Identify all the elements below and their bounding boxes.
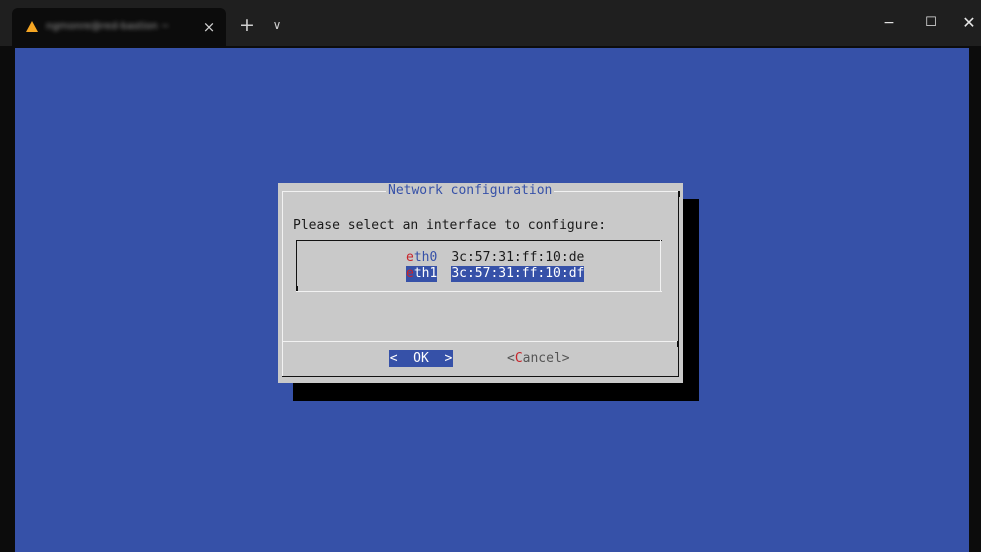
chevron-down-icon[interactable]: ∨	[266, 14, 288, 36]
interface-mac-address: 3c:57:31:ff:10:df	[451, 266, 585, 282]
tab-close-icon[interactable]: ×	[198, 16, 220, 38]
cancel-label-rest: ancel	[522, 351, 562, 366]
list-frame-left	[296, 240, 297, 292]
cancel-open-bracket: <	[507, 351, 515, 366]
network-configuration-dialog: Network configuration Please select an i…	[278, 183, 683, 383]
minimize-icon[interactable]: −	[874, 10, 904, 36]
interface-tag: eth1	[406, 266, 438, 282]
cancel-button[interactable]: <Cancel>	[507, 350, 570, 367]
terminal-tab[interactable]: ngmonre@red-bastion ~ ×	[12, 8, 226, 46]
button-separator	[282, 341, 679, 342]
new-tab-plus-icon[interactable]: +	[236, 14, 258, 36]
tab-title: ngmonre@red-bastion ~	[46, 21, 170, 32]
list-frame-bottom	[296, 291, 662, 292]
list-frame-right	[660, 245, 661, 292]
hotkey-letter: e	[406, 266, 414, 281]
interface-tag-rest: th0	[413, 250, 438, 265]
cancel-hotkey: C	[514, 351, 523, 366]
hotkey-letter: e	[406, 250, 414, 265]
button-separator-corner	[677, 341, 679, 347]
terminal-app-icon	[26, 21, 38, 32]
window-titlebar: ngmonre@red-bastion ~ × + ∨ − ☐ ✕	[0, 0, 981, 46]
interface-tag: eth0	[406, 250, 437, 266]
interface-list: eth0 3c:57:31:ff:10:de eth1 3c:57:31:ff:10…	[296, 240, 662, 292]
maximize-icon[interactable]: ☐	[916, 10, 946, 36]
interface-item-eth1[interactable]: eth1 3c:57:31:ff:10:df	[406, 266, 585, 282]
interface-item-eth0[interactable]: eth0 3c:57:31:ff:10:de	[406, 250, 584, 266]
interface-tag-rest: th1	[413, 266, 438, 281]
list-frame-top	[296, 240, 662, 241]
dialog-frame-right	[678, 195, 679, 377]
close-window-icon[interactable]: ✕	[954, 10, 981, 36]
cancel-close-bracket: >	[561, 351, 570, 366]
dialog-title: Network configuration	[386, 183, 555, 199]
dialog-frame-bottom	[282, 376, 679, 377]
dialog-prompt: Please select an interface to configure:	[293, 218, 607, 233]
ok-button[interactable]: < OK >	[389, 350, 453, 367]
dialog-frame-left	[282, 191, 283, 377]
interface-mac-address: 3c:57:31:ff:10:de	[451, 250, 585, 265]
